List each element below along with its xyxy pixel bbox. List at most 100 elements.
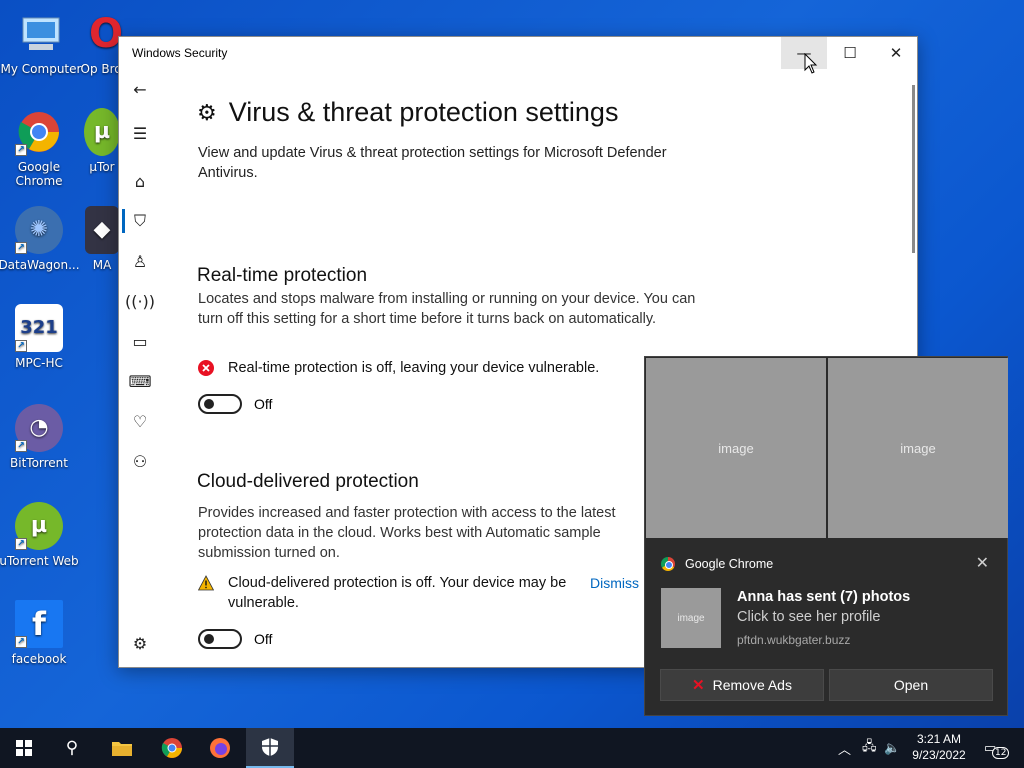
home-icon: ⌂ xyxy=(134,171,146,191)
open-button[interactable]: Open xyxy=(829,669,993,701)
section-desc-real-time: Locates and stops malware from installin… xyxy=(198,291,696,327)
desktop-icon-ma[interactable]: ◆ MA xyxy=(84,206,120,272)
desktop-icon-google-chrome[interactable]: ↗ Google Chrome xyxy=(0,108,80,188)
desktop-icon-label: facebook xyxy=(11,652,67,666)
system-clock[interactable]: 3:21 AM 9/23/2022 xyxy=(904,731,974,763)
error-x-icon xyxy=(198,360,214,376)
facebook-icon: f ↗ xyxy=(15,600,63,648)
windows-logo-icon xyxy=(16,740,32,756)
computer-icon xyxy=(17,10,65,58)
shield-icon xyxy=(262,738,278,756)
nav-family[interactable]: ⚇ xyxy=(119,443,161,479)
shield-icon: ⛉ xyxy=(133,211,146,230)
title-bar[interactable]: Windows Security — ☐ ✕ xyxy=(119,37,917,69)
desktop-icon-my-computer[interactable]: My Computer xyxy=(0,10,82,76)
notification-source: pftdn.wukbgater.buzz xyxy=(737,633,851,647)
back-arrow-icon: ← xyxy=(133,79,147,99)
page-title: ⚙ Virus & threat protection settings xyxy=(197,97,618,128)
close-button[interactable]: ✕ xyxy=(873,37,919,69)
nav-account[interactable]: ♙ xyxy=(119,243,161,279)
show-hidden-icons-button[interactable]: ︿ xyxy=(838,728,851,768)
toggle-label: Off xyxy=(254,396,273,412)
nav-settings[interactable]: ⚙ xyxy=(119,625,161,661)
settings-gear-icon: ⚙ xyxy=(197,99,217,125)
taskbar-chrome[interactable] xyxy=(148,728,196,768)
notification-center-icon: ▭ 12 xyxy=(984,741,1010,759)
page-description: View and update Virus & threat protectio… xyxy=(198,145,667,181)
mouse-cursor-icon xyxy=(804,53,818,74)
notification-close-button[interactable]: ✕ xyxy=(976,553,989,573)
notification-count-badge: 12 xyxy=(992,746,1010,759)
chrome-icon xyxy=(161,738,182,758)
search-button[interactable]: ⚲ xyxy=(48,728,96,768)
folder-icon xyxy=(112,742,132,756)
app-icon: ◆ xyxy=(85,206,119,254)
notification-hero-images[interactable]: image image xyxy=(646,358,1008,538)
shortcut-arrow-icon: ↗ xyxy=(15,144,27,156)
desktop-icon-label: MA xyxy=(92,258,112,272)
window-title: Windows Security xyxy=(132,46,228,60)
desktop-icon-label: DataWagon... xyxy=(0,258,80,272)
network-tray-button[interactable]: 🖧 xyxy=(862,728,877,768)
desktop-icon-label: uTorrent Web xyxy=(0,554,79,568)
menu-button[interactable]: ☰ xyxy=(119,115,161,151)
cloud-toggle-row: Off xyxy=(198,629,272,649)
action-center-button[interactable]: ▭ 12 xyxy=(984,728,1010,768)
desktop-icon-datawagon[interactable]: ✺ ↗ DataWagon... xyxy=(0,206,80,272)
chrome-notification[interactable]: image image Google Chrome ✕ image Anna h… xyxy=(644,356,1008,716)
search-icon: ⚲ xyxy=(65,738,79,758)
family-icon: ⚇ xyxy=(132,451,148,471)
desktop-icon-label: BitTorrent xyxy=(10,456,68,470)
desktop-icon-utorrent[interactable]: µ µTor xyxy=(82,108,122,174)
chevron-up-icon: ︿ xyxy=(838,742,852,758)
desktop-icon-label: µTor xyxy=(89,160,115,174)
section-desc-cloud: Provides increased and faster protection… xyxy=(198,505,616,561)
heart-icon: ♡ xyxy=(132,411,148,431)
close-icon: ✕ xyxy=(975,555,989,572)
shortcut-arrow-icon: ↗ xyxy=(15,242,27,254)
status-text: Real-time protection is off, leaving you… xyxy=(228,360,600,376)
notification-app: Google Chrome xyxy=(661,557,773,571)
desktop-icon-utorrent-web[interactable]: µ ↗ uTorrent Web xyxy=(0,502,80,568)
scrollbar[interactable] xyxy=(912,85,915,253)
remove-ads-button[interactable]: ✕ Remove Ads xyxy=(660,669,824,701)
desktop-icon-bittorrent[interactable]: ◔ ↗ BitTorrent xyxy=(0,404,80,470)
notification-thumbnail-placeholder: image xyxy=(661,588,721,648)
desktop-icon-facebook[interactable]: f ↗ facebook xyxy=(0,600,80,666)
status-text: Cloud-delivered protection is off. Your … xyxy=(228,575,567,611)
utorrent-icon: µ xyxy=(84,108,120,156)
bittorrent-icon: ◔ ↗ xyxy=(15,404,63,452)
nav-rail: ← ☰ ⌂ ⛉ ♙ ((·)) ▭ ⌨ ♡ ⚇ ⚙ xyxy=(119,69,161,667)
settings-gear-icon: ⚙ xyxy=(132,633,148,653)
nav-virus-protection[interactable]: ⛉ xyxy=(119,203,161,239)
shortcut-arrow-icon: ↗ xyxy=(15,538,27,550)
real-time-toggle[interactable] xyxy=(198,394,242,414)
chrome-icon xyxy=(661,557,675,571)
taskbar-windows-security[interactable] xyxy=(246,728,294,768)
maximize-button[interactable]: ☐ xyxy=(827,37,873,69)
nav-device-security[interactable]: ⌨ xyxy=(119,363,161,399)
taskbar-firefox[interactable] xyxy=(196,728,244,768)
clock-time: 3:21 AM xyxy=(916,732,962,746)
button-label: Open xyxy=(893,677,929,693)
taskbar-file-explorer[interactable] xyxy=(98,728,146,768)
start-button[interactable] xyxy=(0,728,48,768)
page-title-text: Virus & threat protection settings xyxy=(228,97,619,127)
nav-app-browser[interactable]: ▭ xyxy=(119,323,161,359)
chrome-icon: ↗ xyxy=(15,108,63,156)
warning-triangle-icon xyxy=(198,575,214,591)
network-icon: 🖧 xyxy=(862,739,877,754)
back-button[interactable]: ← xyxy=(119,71,161,107)
datawagon-icon: ✺ ↗ xyxy=(15,206,63,254)
nav-device-health[interactable]: ♡ xyxy=(119,403,161,439)
desktop-icon-label: MPC-HC xyxy=(15,356,63,370)
section-title-real-time: Real-time protection xyxy=(197,265,368,286)
volume-tray-button[interactable]: 🔈 xyxy=(884,728,900,768)
nav-firewall[interactable]: ((·)) xyxy=(119,283,161,319)
nav-home[interactable]: ⌂ xyxy=(119,163,161,199)
desktop-icon-mpc-hc[interactable]: 321 ↗ MPC-HC xyxy=(0,304,80,370)
wireless-icon: ((·)) xyxy=(124,291,156,311)
clock-date: 9/23/2022 xyxy=(912,748,966,762)
cloud-toggle[interactable] xyxy=(198,629,242,649)
dismiss-link[interactable]: Dismiss xyxy=(590,575,639,591)
